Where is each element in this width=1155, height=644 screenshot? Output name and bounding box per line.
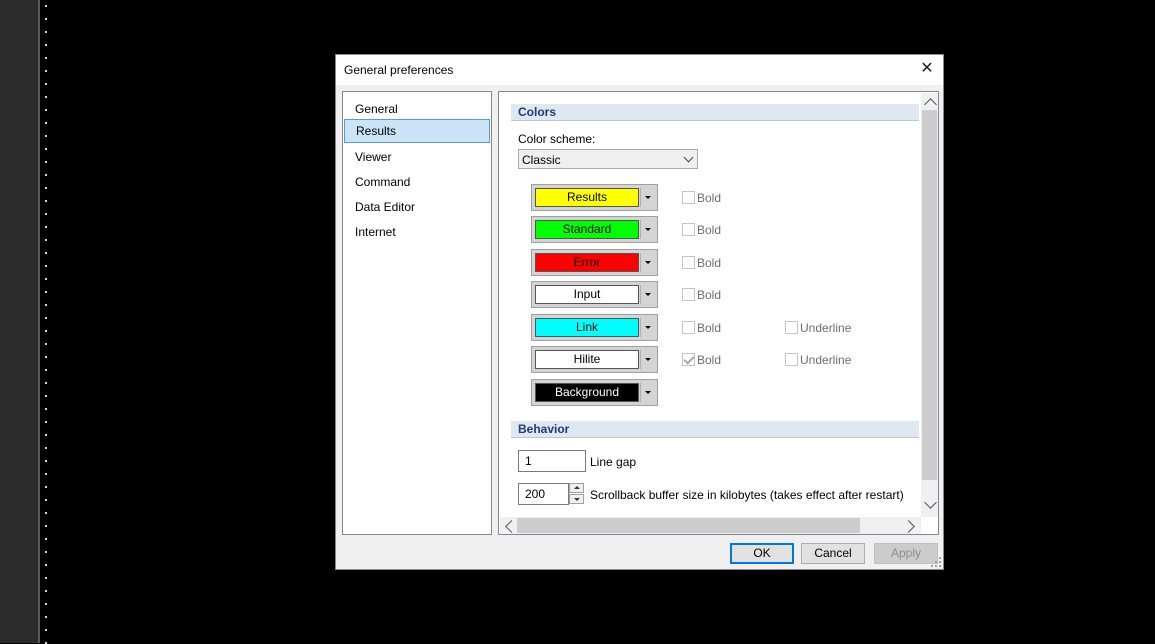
- bold-checkbox-hilite[interactable]: [682, 353, 695, 366]
- terminal-left-bar: [0, 0, 38, 643]
- nav-item-viewer[interactable]: Viewer: [343, 145, 491, 169]
- underline-label: Underline: [800, 321, 852, 335]
- scroll-left-icon[interactable]: [505, 520, 518, 533]
- color-swatch: Background: [535, 383, 639, 402]
- dropdown-separator: [640, 188, 641, 207]
- nav-item-data-editor[interactable]: Data Editor: [343, 195, 491, 219]
- line-gap-label: Line gap: [590, 455, 637, 469]
- dialog-title: General preferences: [344, 63, 454, 77]
- category-list: General Results Viewer Command Data Edit…: [342, 91, 492, 535]
- chevron-down-icon: [683, 152, 694, 163]
- horizontal-scroll-thumb[interactable]: [517, 518, 860, 533]
- nav-item-internet[interactable]: Internet: [343, 220, 491, 244]
- nav-item-general[interactable]: General: [343, 97, 491, 121]
- scrollback-stepper[interactable]: [569, 483, 585, 505]
- dropdown-arrow-icon[interactable]: [645, 358, 651, 361]
- nav-item-results[interactable]: Results: [344, 119, 490, 143]
- bold-checkbox-input[interactable]: [682, 288, 695, 301]
- spin-down-icon[interactable]: [569, 494, 584, 504]
- dropdown-arrow-icon[interactable]: [645, 293, 651, 296]
- close-icon[interactable]: ✕: [917, 59, 937, 79]
- bold-checkbox-results[interactable]: [682, 191, 695, 204]
- bold-checkbox-link[interactable]: [682, 321, 695, 334]
- terminal-divider: [38, 0, 40, 643]
- dropdown-separator: [640, 383, 641, 402]
- dropdown-arrow-icon[interactable]: [645, 228, 651, 231]
- color-scheme-label: Color scheme:: [518, 132, 596, 146]
- spin-up-icon[interactable]: [569, 483, 584, 493]
- scrollback-label: Scrollback buffer size in kilobytes (tak…: [590, 488, 904, 502]
- check-icon: [683, 353, 695, 365]
- terminal-dots: [45, 0, 48, 644]
- dropdown-arrow-icon[interactable]: [645, 326, 651, 329]
- underline-checkbox-hilite[interactable]: [785, 353, 798, 366]
- resize-grip-icon[interactable]: [931, 557, 941, 567]
- underline-checkbox-link[interactable]: [785, 321, 798, 334]
- bold-checkbox-standard[interactable]: [682, 223, 695, 236]
- scrollback-input[interactable]: 200: [518, 483, 569, 505]
- bold-label: Bold: [697, 191, 722, 205]
- bold-label: Bold: [697, 353, 722, 367]
- dropdown-separator: [640, 285, 641, 304]
- color-swatch: Results: [535, 188, 639, 207]
- vertical-scrollbar[interactable]: [921, 93, 938, 517]
- dropdown-separator: [640, 318, 641, 337]
- bold-label: Bold: [697, 288, 722, 302]
- colors-section-header: Colors: [511, 104, 919, 121]
- dropdown-arrow-icon[interactable]: [645, 196, 651, 199]
- color-button-hilite[interactable]: Hilite: [531, 346, 658, 373]
- bold-checkbox-error[interactable]: [682, 256, 695, 269]
- bold-label: Bold: [697, 256, 722, 270]
- color-swatch: Hilite: [535, 350, 639, 369]
- scroll-down-icon[interactable]: [924, 496, 937, 509]
- color-swatch: Link: [535, 318, 639, 337]
- title-bar: General preferences ✕: [336, 55, 943, 85]
- nav-item-command[interactable]: Command: [343, 170, 491, 194]
- dropdown-arrow-icon[interactable]: [645, 391, 651, 394]
- scroll-right-icon[interactable]: [902, 520, 915, 533]
- horizontal-scrollbar[interactable]: [500, 517, 921, 534]
- underline-label: Underline: [800, 353, 852, 367]
- cancel-button[interactable]: Cancel: [801, 543, 865, 564]
- color-swatch: Error: [535, 253, 639, 272]
- color-scheme-value: Classic: [522, 153, 561, 167]
- vertical-scroll-thumb[interactable]: [922, 110, 937, 480]
- color-button-input[interactable]: Input: [531, 281, 658, 308]
- dropdown-separator: [640, 220, 641, 239]
- color-button-error[interactable]: Error: [531, 249, 658, 276]
- color-button-standard[interactable]: Standard: [531, 216, 658, 243]
- dropdown-arrow-icon[interactable]: [645, 261, 651, 264]
- dropdown-separator: [640, 350, 641, 369]
- bold-label: Bold: [697, 321, 722, 335]
- preferences-dialog: General preferences ✕ General Results Vi…: [335, 54, 944, 570]
- color-button-results[interactable]: Results: [531, 184, 658, 211]
- line-gap-input[interactable]: 1: [518, 450, 586, 472]
- color-button-background[interactable]: Background: [531, 379, 658, 406]
- apply-button[interactable]: Apply: [874, 543, 938, 564]
- scroll-up-icon[interactable]: [924, 98, 937, 111]
- color-scheme-select[interactable]: Classic: [518, 149, 698, 169]
- behavior-section-header: Behavior: [511, 421, 919, 438]
- color-swatch: Input: [535, 285, 639, 304]
- color-swatch: Standard: [535, 220, 639, 239]
- dropdown-separator: [640, 253, 641, 272]
- settings-pane: Colors Color scheme: Classic Behavior 1 …: [498, 91, 939, 535]
- bold-label: Bold: [697, 223, 722, 237]
- color-button-link[interactable]: Link: [531, 314, 658, 341]
- ok-button[interactable]: OK: [730, 543, 794, 564]
